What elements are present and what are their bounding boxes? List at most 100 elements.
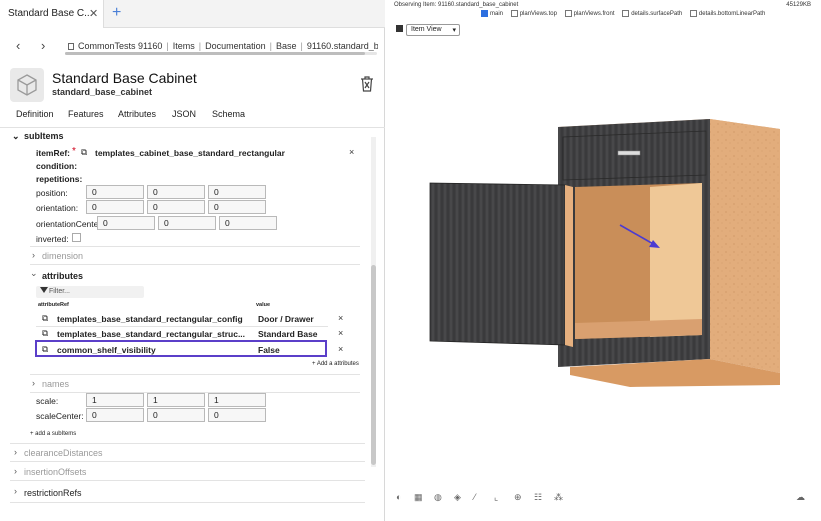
tab-schema[interactable]: Schema — [212, 109, 245, 119]
external-link-icon[interactable]: ⧉ — [42, 313, 48, 324]
orientation-z-field[interactable]: 0 — [208, 200, 266, 214]
chevron-down-icon[interactable]: ⌄ — [30, 268, 38, 279]
chevron-right-icon[interactable]: › — [14, 447, 17, 457]
layers-icon[interactable]: ☷ — [534, 492, 542, 503]
chevron-down-icon: ▾ — [452, 27, 456, 34]
attribute-value[interactable]: Door / Drawer — [258, 314, 314, 324]
tab-attributes[interactable]: Attributes — [118, 109, 156, 119]
attribute-value[interactable]: Standard Base — [258, 329, 318, 339]
external-link-icon[interactable]: ⧉ — [42, 344, 48, 355]
required-marker: * — [72, 146, 76, 157]
scale-center-z-field[interactable]: 0 — [208, 408, 266, 422]
remove-attribute-button[interactable]: × — [338, 313, 343, 323]
dimension-label[interactable]: dimension — [42, 251, 83, 261]
add-attribute-button[interactable]: + Add a attributes — [312, 361, 359, 367]
browser-tab[interactable]: Standard Base C... ✕ — [0, 0, 104, 28]
names-label[interactable]: names — [42, 379, 69, 389]
scale-center-x-field[interactable]: 0 — [86, 408, 144, 422]
orientation-center-y-field[interactable]: 0 — [158, 216, 216, 230]
app-root: Standard Base C... ✕ + ‹ › CommonTests 9… — [0, 0, 821, 521]
breadcrumb-item[interactable]: Items — [173, 41, 195, 51]
cube-icon[interactable]: ◈ — [454, 492, 461, 503]
checkbox-main[interactable] — [481, 10, 488, 17]
breadcrumb-item[interactable]: Documentation — [205, 41, 266, 51]
attribute-ref[interactable]: common_shelf_visibility — [57, 345, 156, 355]
scrollbar-thumb[interactable] — [371, 265, 376, 465]
back-button[interactable]: ‹ — [16, 38, 20, 53]
crop-icon[interactable]: ⌞ — [494, 492, 498, 503]
orientation-center-z-field[interactable]: 0 — [219, 216, 277, 230]
grid-icon[interactable]: ▦ — [414, 492, 423, 503]
tab-features[interactable]: Features — [68, 109, 104, 119]
target-icon[interactable]: ⊕ — [514, 492, 522, 503]
remove-item-ref-button[interactable]: × — [349, 147, 354, 157]
orientation-center-label: orientationCente — [36, 219, 99, 229]
compass-icon[interactable]: ◍ — [434, 492, 442, 503]
breadcrumb: CommonTests 91160 | Items | Documentation | Ba… — [68, 41, 378, 51]
breadcrumb-scrollbar[interactable] — [65, 52, 377, 55]
add-tab-button[interactable]: + — [112, 4, 121, 22]
filter-input[interactable]: Filter... — [36, 286, 144, 298]
trash-icon[interactable] — [360, 76, 374, 97]
add-subitem-button[interactable]: + add a subItems — [30, 431, 76, 437]
breadcrumb-item[interactable]: 91160.standard_base_ca — [307, 41, 378, 51]
view-select[interactable]: Item View ▾ — [406, 24, 460, 36]
clearance-distances-label[interactable]: clearanceDistances — [24, 448, 103, 458]
checkbox-plan-top[interactable] — [510, 10, 518, 17]
orientation-y-field[interactable]: 0 — [147, 200, 205, 214]
forward-button[interactable]: › — [41, 38, 45, 53]
item-ref-value[interactable]: templates_cabinet_base_standard_rectangu… — [95, 148, 285, 158]
position-x-field[interactable]: 0 — [86, 185, 144, 199]
breadcrumb-item[interactable]: CommonTests 91160 — [78, 41, 162, 51]
inverted-checkbox[interactable] — [72, 233, 81, 242]
filter-placeholder: Filter... — [49, 288, 71, 295]
form-scrollbar[interactable] — [371, 137, 376, 467]
chevron-right-icon[interactable]: › — [14, 466, 17, 476]
attribute-ref[interactable]: templates_base_standard_rectangular_stru… — [57, 329, 245, 339]
scale-center-y-field[interactable]: 0 — [147, 408, 205, 422]
layer-label: main — [490, 11, 504, 18]
orientation-x-field[interactable]: 0 — [86, 200, 144, 214]
checkbox-surface-path[interactable] — [622, 10, 630, 17]
checkbox-plan-front[interactable] — [564, 10, 572, 17]
scale-x-field[interactable]: 1 — [86, 393, 144, 407]
chevron-right-icon[interactable]: › — [32, 378, 35, 388]
cloud-download-icon[interactable]: ☁ — [796, 492, 805, 503]
insertion-offsets-label[interactable]: insertionOffsets — [24, 467, 86, 477]
layer-label: details.surfacePath — [631, 11, 683, 18]
chevron-right-icon[interactable]: › — [14, 486, 17, 496]
breadcrumb-item[interactable]: Base — [276, 41, 297, 51]
layer-checkboxes: main planViews.top planViews.front detai… — [475, 10, 765, 17]
position-y-field[interactable]: 0 — [147, 185, 205, 199]
tree-icon[interactable]: ⁂ — [554, 492, 563, 503]
subitems-label: subItems — [24, 131, 64, 141]
browser-tab-label: Standard Base C... — [8, 8, 93, 19]
cabinet-3d-render[interactable] — [420, 105, 820, 395]
attribute-value[interactable]: False — [258, 345, 280, 355]
cabinet-door — [429, 182, 566, 346]
attributes-label: attributes — [42, 271, 84, 281]
remove-attribute-button[interactable]: × — [338, 328, 343, 338]
inverted-label: inverted: — [36, 234, 69, 244]
divider — [10, 480, 365, 481]
palette-icon[interactable]: ◐ — [396, 492, 401, 502]
remove-attribute-button[interactable]: × — [338, 344, 343, 354]
cube-icon — [396, 25, 403, 32]
external-link-icon[interactable]: ⧉ — [42, 328, 48, 339]
scale-z-field[interactable]: 1 — [208, 393, 266, 407]
brush-icon[interactable]: ⁄ — [474, 492, 476, 502]
chevron-down-icon[interactable]: ⌄ — [12, 131, 20, 142]
attribute-ref[interactable]: templates_base_standard_rectangular_conf… — [57, 314, 243, 324]
close-icon[interactable]: ✕ — [89, 7, 98, 20]
scale-y-field[interactable]: 1 — [147, 393, 205, 407]
scrollbar-thumb[interactable] — [65, 52, 365, 55]
position-z-field[interactable]: 0 — [208, 185, 266, 199]
tab-definition[interactable]: Definition — [16, 109, 54, 119]
chevron-right-icon[interactable]: › — [32, 250, 35, 260]
condition-label: condition: — [36, 161, 78, 171]
orientation-center-x-field[interactable]: 0 — [97, 216, 155, 230]
external-link-icon[interactable]: ⧉ — [81, 147, 87, 158]
tab-json[interactable]: JSON — [172, 109, 196, 119]
restriction-refs-label[interactable]: restrictionRefs — [24, 488, 82, 498]
checkbox-bottom-linear-path[interactable] — [689, 10, 697, 17]
